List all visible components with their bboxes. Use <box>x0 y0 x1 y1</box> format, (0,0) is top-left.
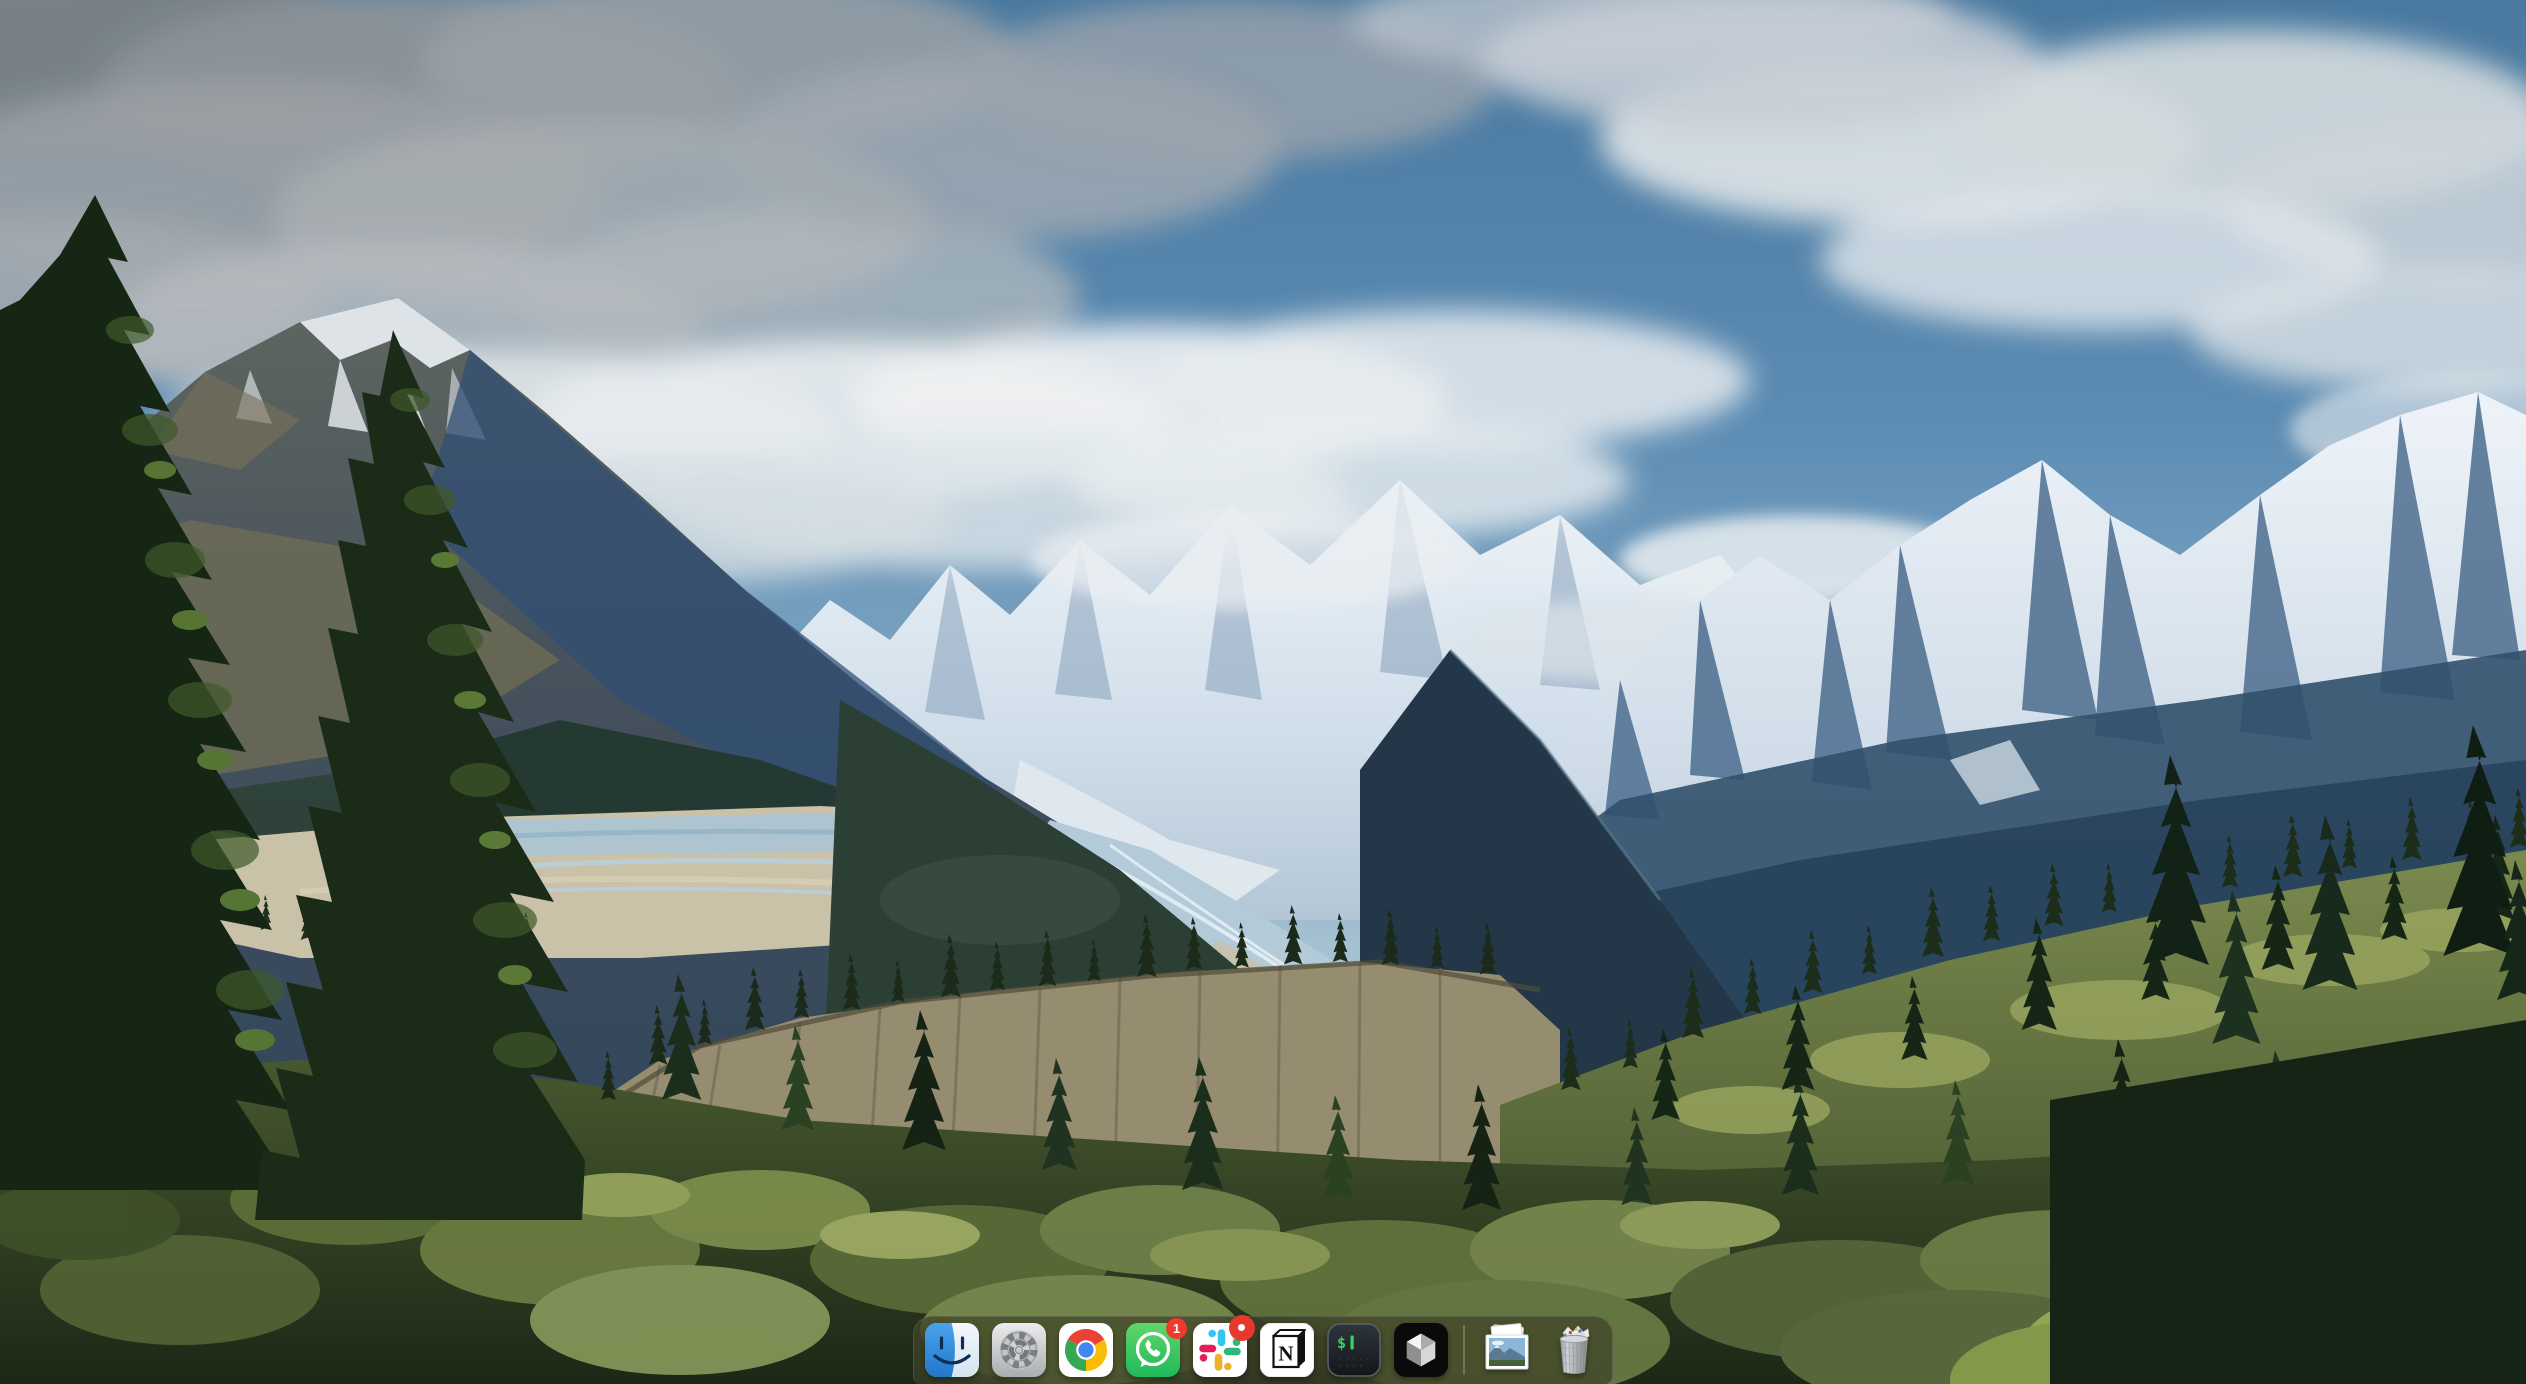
image-stack-icon <box>1480 1323 1534 1377</box>
dock-item-system-settings[interactable] <box>992 1323 1046 1377</box>
cursor-app-icon <box>1394 1323 1448 1377</box>
dock-item-notion[interactable]: N <box>1260 1323 1314 1377</box>
finder-icon <box>925 1323 979 1377</box>
dock-item-trash[interactable] <box>1547 1323 1601 1377</box>
chrome-icon <box>1059 1323 1113 1377</box>
terminal-prompt-glyph: $ <box>1337 1334 1346 1352</box>
notion-letter: N <box>1278 1341 1293 1365</box>
trash-full-icon <box>1547 1323 1601 1377</box>
notion-icon: N <box>1260 1323 1314 1377</box>
dock-item-whatsapp[interactable]: 1 <box>1126 1323 1180 1377</box>
terminal-cursor-bar <box>1351 1335 1354 1349</box>
dock-item-slack[interactable] <box>1193 1323 1247 1377</box>
dock-item-chrome[interactable] <box>1059 1323 1113 1377</box>
dock: 1 N <box>913 1316 1613 1384</box>
dock-item-finder[interactable] <box>925 1323 979 1377</box>
dock-item-image-stack[interactable] <box>1480 1323 1534 1377</box>
whatsapp-notification-badge: 1 <box>1166 1318 1187 1339</box>
dock-item-cursor[interactable] <box>1394 1323 1448 1377</box>
desktop[interactable]: 1 N <box>0 0 2526 1384</box>
dock-separator <box>1463 1325 1465 1375</box>
badge-dot-mark <box>1238 1324 1245 1331</box>
gear-icon <box>992 1323 1046 1377</box>
dock-item-terminal[interactable]: $ <box>1327 1323 1381 1377</box>
slack-notification-badge <box>1229 1315 1255 1341</box>
wallpaper-mountain-landscape <box>0 0 2526 1384</box>
terminal-icon: $ <box>1327 1323 1381 1377</box>
